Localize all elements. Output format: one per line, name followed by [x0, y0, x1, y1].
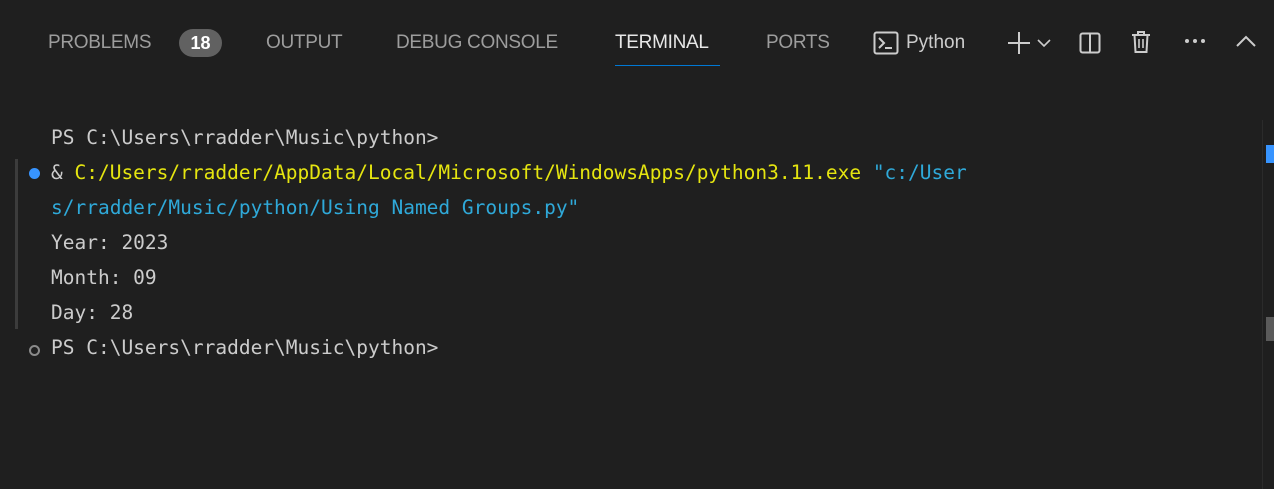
terminal-scrollbar[interactable] — [1262, 120, 1274, 489]
chevron-up-icon[interactable] — [1236, 35, 1256, 47]
terminal-profile-label[interactable]: Python — [906, 31, 965, 55]
terminal-prompt-line: PS C:\Users\rradder\Music\python> — [51, 126, 439, 149]
tab-problems[interactable]: PROBLEMS — [48, 31, 151, 55]
terminal-prompt-line-current: PS C:\Users\rradder\Music\python> — [51, 336, 439, 359]
panel-tab-bar: PROBLEMS 18 OUTPUT DEBUG CONSOLE TERMINA… — [0, 0, 1274, 88]
chevron-down-icon[interactable] — [1037, 38, 1051, 48]
terminal-output-area[interactable]: PS C:\Users\rradder\Music\python> & C:/U… — [0, 88, 1262, 489]
output-year: Year: 2023 — [51, 231, 169, 254]
command-success-dot-icon[interactable] — [29, 168, 40, 179]
command-group-bar — [15, 159, 18, 329]
scrollbar-command-marker — [1266, 145, 1274, 163]
python-exe-path: C:/Users/rradder/AppData/Local/Microsoft… — [74, 161, 862, 184]
active-tab-indicator — [615, 65, 720, 66]
tab-debug-console[interactable]: DEBUG CONSOLE — [396, 31, 558, 55]
problems-count-badge: 18 — [179, 29, 222, 57]
more-actions-icon[interactable] — [1184, 38, 1206, 44]
command-pending-dot-icon[interactable] — [29, 345, 40, 356]
scrollbar-thumb[interactable] — [1266, 317, 1274, 341]
tab-output[interactable]: OUTPUT — [266, 31, 343, 55]
command-ampersand: & — [51, 161, 75, 184]
terminal-icon[interactable] — [873, 31, 899, 55]
output-month: Month: 09 — [51, 266, 157, 289]
trash-icon[interactable] — [1131, 30, 1151, 54]
terminal-panel: PROBLEMS 18 OUTPUT DEBUG CONSOLE TERMINA… — [0, 0, 1274, 489]
script-path-arg-part1: "c:/User — [861, 161, 967, 184]
split-terminal-icon[interactable] — [1079, 32, 1101, 54]
plus-icon[interactable] — [1007, 31, 1031, 55]
tab-terminal[interactable]: TERMINAL — [615, 31, 709, 55]
output-day: Day: 28 — [51, 301, 134, 324]
terminal-command-line: & C:/Users/rradder/AppData/Local/Microso… — [51, 159, 967, 187]
tab-ports[interactable]: PORTS — [766, 31, 830, 55]
script-path-arg-part2: s/rradder/Music/python/Using Named Group… — [51, 196, 580, 219]
